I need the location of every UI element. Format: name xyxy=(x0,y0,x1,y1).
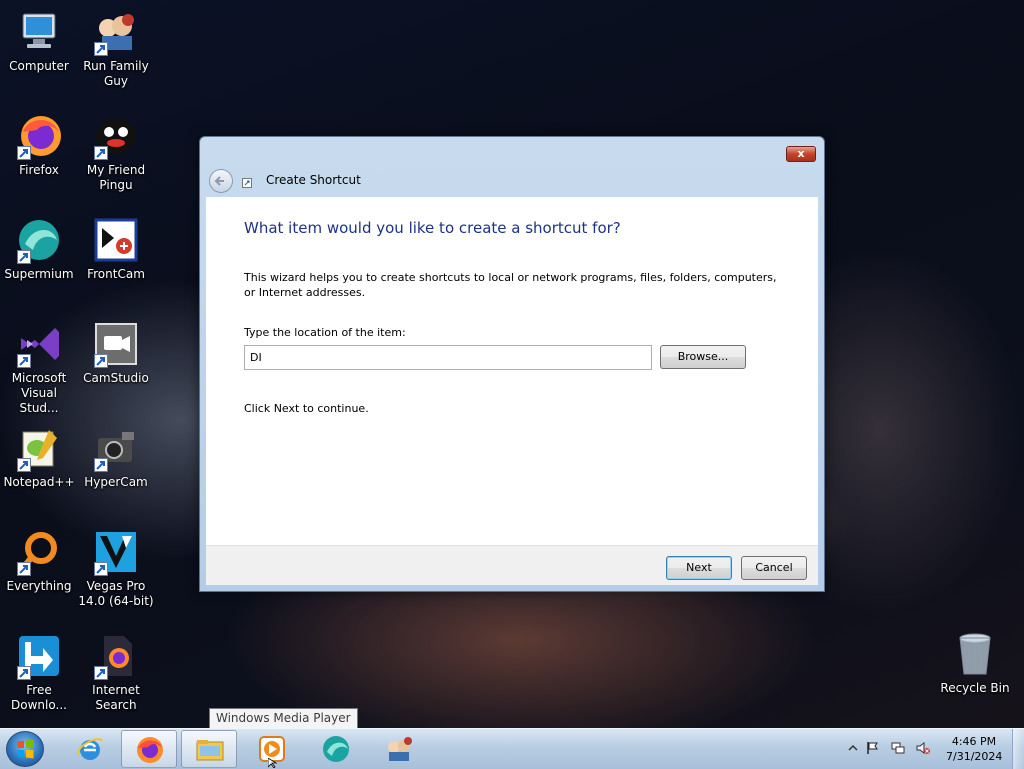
desktop-icon-vegas-pro[interactable]: Vegas Pro 14.0 (64-bit) xyxy=(77,528,155,609)
desktop-icon-run-family-guy[interactable]: Run Family Guy xyxy=(77,8,155,89)
taskbar-supermium[interactable] xyxy=(308,730,364,768)
frontcam-icon xyxy=(92,216,140,264)
shortcut-arrow-icon xyxy=(94,146,108,160)
taskbar-tooltip: Windows Media Player xyxy=(209,708,358,729)
network-icon[interactable] xyxy=(891,741,905,755)
shortcut-arrow-icon xyxy=(94,42,108,56)
shortcut-arrow-icon xyxy=(17,458,31,472)
continue-hint: Click Next to continue. xyxy=(244,402,369,415)
shortcut-arrow-icon xyxy=(94,562,108,576)
desktop-icon-label: Internet Search xyxy=(92,683,140,712)
clock-date: 7/31/2024 xyxy=(946,750,1003,763)
cancel-button[interactable]: Cancel xyxy=(741,556,807,580)
volume-muted-icon[interactable] xyxy=(916,741,930,755)
close-button[interactable]: x xyxy=(786,146,816,162)
desktop-icon-internet-search[interactable]: Internet Search xyxy=(77,632,155,713)
desktop-icon-supermium[interactable]: Supermium xyxy=(0,216,78,282)
desktop-icon-label: Firefox xyxy=(19,163,59,177)
create-shortcut-dialog: x Create Shortcut What item would you li… xyxy=(199,136,825,592)
desktop-icon-label: Free Downlo... xyxy=(11,683,67,712)
desktop-icon-label: HyperCam xyxy=(84,475,148,489)
desktop-icon-label: Microsoft Visual Stud... xyxy=(11,371,67,415)
taskbar: 4:46 PM 7/31/2024 xyxy=(0,728,1024,769)
shortcut-arrow-icon xyxy=(94,458,108,472)
shortcut-arrow-icon xyxy=(94,666,108,680)
desktop-icon-label: Notepad++ xyxy=(3,475,75,489)
shortcut-arrow-icon xyxy=(17,354,31,368)
dialog-title: Create Shortcut xyxy=(266,173,361,187)
taskbar-file-explorer[interactable] xyxy=(181,730,237,768)
desktop-icon-my-friend-pingu[interactable]: My Friend Pingu xyxy=(77,112,155,193)
vegas-pro-icon xyxy=(92,528,140,576)
location-label: Type the location of the item: xyxy=(244,326,406,339)
shortcut-arrow-icon xyxy=(17,562,31,576)
wizard-heading: What item would you like to create a sho… xyxy=(244,219,621,237)
family-guy-icon xyxy=(388,737,412,761)
desktop-icon-notepad-plus-plus[interactable]: Notepad++ xyxy=(0,424,78,490)
everything-search-icon xyxy=(15,528,63,576)
desktop-icon-label: CamStudio xyxy=(83,371,149,385)
desktop-icon-label: FrontCam xyxy=(87,267,145,281)
desktop-icon-free-download[interactable]: Free Downlo... xyxy=(0,632,78,713)
recycle-bin-icon xyxy=(951,630,999,678)
show-desktop-button[interactable] xyxy=(1012,729,1024,769)
taskbar-clock[interactable]: 4:46 PM 7/31/2024 xyxy=(946,734,1002,764)
next-button[interactable]: Next xyxy=(666,556,732,580)
desktop-icon-everything[interactable]: Everything xyxy=(0,528,78,594)
wizard-footer: Next Cancel xyxy=(206,545,818,585)
windows-logo-icon xyxy=(17,739,34,759)
desktop-icon-recycle-bin[interactable]: Recycle Bin xyxy=(936,630,1014,696)
supermium-icon xyxy=(15,216,63,264)
desktop-icon-firefox[interactable]: Firefox xyxy=(0,112,78,178)
mouse-cursor-icon xyxy=(268,758,278,768)
internet-explorer-icon xyxy=(76,738,103,760)
shortcut-arrow-icon xyxy=(17,146,31,160)
computer-icon xyxy=(15,8,63,56)
pingu-icon xyxy=(92,112,140,160)
back-button[interactable] xyxy=(209,169,233,193)
desktop-icon-label: Recycle Bin xyxy=(940,681,1010,695)
desktop-icon-label: Everything xyxy=(6,579,72,593)
firefox-icon xyxy=(137,737,163,763)
shortcut-arrow-icon xyxy=(94,354,108,368)
shortcut-arrow-icon xyxy=(17,250,31,264)
firefox-icon xyxy=(15,112,63,160)
browse-button[interactable]: Browse... xyxy=(660,345,746,369)
wizard-description: This wizard helps you to create shortcut… xyxy=(244,271,777,299)
desktop-icon-frontcam[interactable]: FrontCam xyxy=(77,216,155,282)
desktop-icon-label: My Friend Pingu xyxy=(86,163,146,192)
desktop-icon-label: Computer xyxy=(9,59,69,73)
taskbar-firefox[interactable] xyxy=(121,730,177,768)
desktop-icon-computer[interactable]: Computer xyxy=(0,8,78,74)
clock-time: 4:46 PM xyxy=(951,735,997,748)
visual-studio-icon xyxy=(15,320,63,368)
action-center-flag-icon[interactable] xyxy=(866,741,880,755)
desktop-icon-visual-studio[interactable]: Microsoft Visual Stud... xyxy=(0,320,78,416)
desktop-icon-label: Supermium xyxy=(4,267,74,281)
free-download-manager-icon xyxy=(15,632,63,680)
camstudio-icon xyxy=(92,320,140,368)
desktop-icon-label: Vegas Pro 14.0 (64-bit) xyxy=(78,579,154,608)
shortcut-arrow-icon xyxy=(17,666,31,680)
shortcut-icon xyxy=(242,177,252,188)
notepad-plus-plus-icon xyxy=(15,424,63,472)
back-arrow-icon xyxy=(214,176,224,186)
desktop-icon-camstudio[interactable]: CamStudio xyxy=(77,320,155,386)
start-button[interactable] xyxy=(6,731,44,767)
internet-search-icon xyxy=(92,632,140,680)
desktop-icon-label: Run Family Guy xyxy=(83,59,149,88)
taskbar-internet-explorer[interactable] xyxy=(62,730,118,768)
file-explorer-icon xyxy=(196,740,224,761)
taskbar-family-guy[interactable] xyxy=(371,730,427,768)
show-hidden-icons-icon[interactable] xyxy=(846,741,860,755)
location-input[interactable] xyxy=(244,345,652,370)
hypercam-icon xyxy=(92,424,140,472)
desktop-icon-hypercam[interactable]: HyperCam xyxy=(77,424,155,490)
wizard-content: What item would you like to create a sho… xyxy=(206,197,818,545)
supermium-icon xyxy=(323,736,349,762)
family-guy-icon xyxy=(92,8,140,56)
